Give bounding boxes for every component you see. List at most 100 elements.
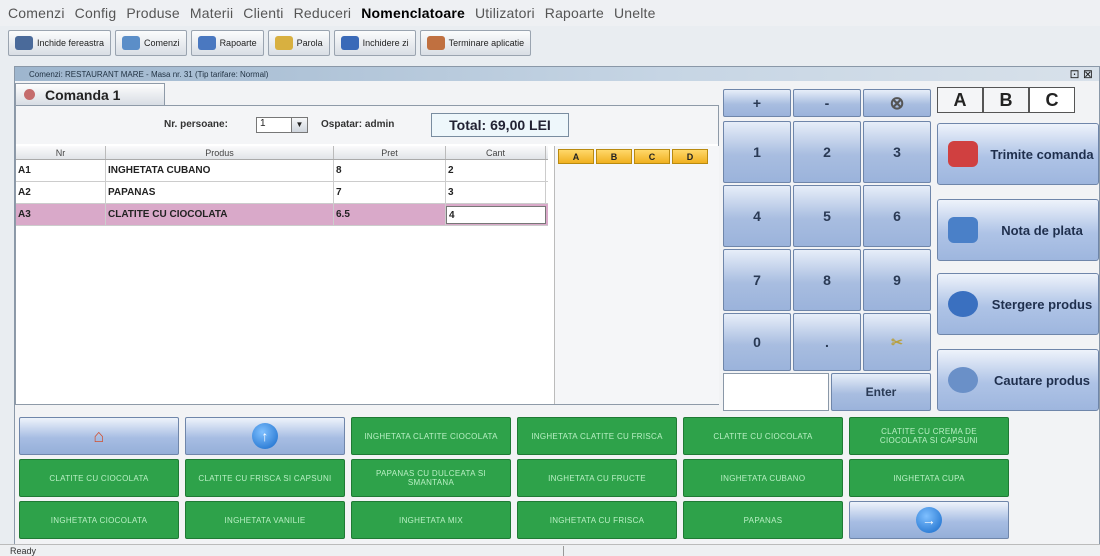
menu-item-materii[interactable]: Materii: [190, 5, 233, 21]
arrow-up-icon: ↑: [252, 423, 278, 449]
order-panel: Nr. persoane: 1 ▼ Ospatar: admin Total: …: [15, 105, 719, 405]
menu-item-produse[interactable]: Produse: [126, 5, 180, 21]
product-button[interactable]: CLATITE CU FRISCA SI CAPSUNI: [185, 459, 345, 497]
search-icon: [948, 367, 978, 393]
category-panel: A B C D: [554, 146, 719, 404]
key-2[interactable]: 2: [793, 121, 861, 183]
toolbar-button-1[interactable]: Inchide fereastra: [8, 30, 112, 56]
toolbar-button-5[interactable]: Inchidere zi: [333, 30, 416, 56]
key-0[interactable]: 0: [723, 313, 791, 371]
cell-nr: A3: [16, 204, 106, 225]
toolbar-button-label: Comenzi: [144, 38, 180, 48]
table-row[interactable]: A2 PAPANAS 7 3: [16, 182, 548, 204]
toolbar-button-2[interactable]: Comenzi: [115, 30, 187, 56]
tab-category-b[interactable]: B: [596, 149, 632, 164]
table-row-selected[interactable]: A3 CLATITE CU CIOCOLATA 6.5 4: [16, 204, 548, 226]
product-button[interactable]: PAPANAS CU DULCEATA SI SMANTANA: [351, 459, 511, 497]
close-circle-icon: [15, 36, 33, 50]
menu-item-rapoarte[interactable]: Rapoarte: [545, 5, 604, 21]
key-9[interactable]: 9: [863, 249, 931, 311]
persons-select[interactable]: 1 ▼: [256, 117, 308, 133]
plus-button[interactable]: +: [723, 89, 791, 117]
product-button[interactable]: CLATITE CU CIOCOLATA: [19, 459, 179, 497]
product-button[interactable]: INGHETATA CLATITE CU FRISCA: [517, 417, 677, 455]
toolbar-button-6[interactable]: Terminare aplicatie: [419, 30, 532, 56]
persons-label: Nr. persoane:: [164, 119, 228, 130]
menu-item-comenzi[interactable]: Comenzi: [8, 5, 65, 21]
table-row[interactable]: A1 INGHETATA CUBANO 8 2: [16, 160, 548, 182]
arrow-right-icon: →: [916, 507, 942, 533]
product-button[interactable]: INGHETATA CUPA: [849, 459, 1009, 497]
orders-icon: [122, 36, 141, 50]
backspace-icon[interactable]: ✂: [863, 313, 931, 371]
tab-category-d[interactable]: D: [672, 149, 708, 164]
menu-item-utilizatori[interactable]: Utilizatori: [475, 5, 535, 21]
col-pret[interactable]: Pret: [334, 146, 446, 159]
delete-product-label: Stergere produs: [991, 296, 1093, 312]
menu-item-unelte[interactable]: Unelte: [614, 5, 656, 21]
home-button[interactable]: ⌂: [19, 417, 179, 455]
window-title: Comenzi: RESTAURANT MARE - Masa nr. 31 (…: [15, 67, 1099, 81]
menu-item-clienti[interactable]: Clienti: [243, 5, 283, 21]
toolbar-button-label: Parola: [296, 38, 323, 48]
tab-price-c[interactable]: C: [1029, 87, 1075, 113]
product-button[interactable]: INGHETATA CU FRUCTE: [517, 459, 677, 497]
minus-button[interactable]: -: [793, 89, 861, 117]
toolbar-button-4[interactable]: Parola: [267, 30, 330, 56]
cell-pret: 8: [334, 160, 446, 181]
cell-produs: INGHETATA CUBANO: [106, 160, 334, 181]
database-delete-icon: [948, 291, 978, 317]
product-button[interactable]: PAPANAS: [683, 501, 843, 539]
product-button[interactable]: INGHETATA MIX: [351, 501, 511, 539]
clear-icon[interactable]: ⊗: [863, 89, 931, 117]
tab-category-c[interactable]: C: [634, 149, 670, 164]
product-button[interactable]: INGHETATA CU FRISCA: [517, 501, 677, 539]
key-decimal[interactable]: .: [793, 313, 861, 371]
key-3[interactable]: 3: [863, 121, 931, 183]
delete-product-button[interactable]: Stergere produs: [937, 273, 1099, 335]
product-button[interactable]: CLATITE CU CREMA DE CIOCOLATA SI CAPSUNI: [849, 417, 1009, 455]
enter-button[interactable]: Enter: [831, 373, 931, 411]
bill-button[interactable]: Nota de plata: [937, 199, 1099, 261]
search-product-button[interactable]: Cautare produs: [937, 349, 1099, 411]
tab-price-b[interactable]: B: [983, 87, 1029, 113]
order-total: Total: 69,00 LEI: [431, 113, 569, 137]
menu-item-config[interactable]: Config: [75, 5, 117, 21]
key-5[interactable]: 5: [793, 185, 861, 247]
status-divider: [563, 546, 564, 556]
keypad-display[interactable]: [723, 373, 829, 411]
up-button[interactable]: ↑: [185, 417, 345, 455]
col-cant[interactable]: Cant: [446, 146, 546, 159]
product-button[interactable]: INGHETATA CLATITE CIOCOLATA: [351, 417, 511, 455]
key-1[interactable]: 1: [723, 121, 791, 183]
tab-order-label: Comanda 1: [45, 86, 121, 103]
key-7[interactable]: 7: [723, 249, 791, 311]
menu-item-nomenclatoare[interactable]: Nomenclatoare: [361, 5, 465, 21]
product-button[interactable]: INGHETATA CIOCOLATA: [19, 501, 179, 539]
order-status-icon: [24, 89, 35, 100]
toolbar-button-label: Inchide fereastra: [37, 38, 105, 48]
product-button[interactable]: INGHETATA CUBANO: [683, 459, 843, 497]
key-6[interactable]: 6: [863, 185, 931, 247]
product-button[interactable]: INGHETATA VANILIE: [185, 501, 345, 539]
key-8[interactable]: 8: [793, 249, 861, 311]
menu-item-reduceri[interactable]: Reduceri: [294, 5, 352, 21]
tab-order[interactable]: Comanda 1: [15, 83, 165, 105]
cell-cant[interactable]: 2: [446, 160, 546, 181]
col-produs[interactable]: Produs: [106, 146, 334, 159]
send-order-button[interactable]: Trimite comanda: [937, 123, 1099, 185]
chevron-down-icon[interactable]: ▼: [291, 118, 307, 132]
key-4[interactable]: 4: [723, 185, 791, 247]
quantity-input[interactable]: 4: [446, 206, 546, 224]
cell-cant[interactable]: 3: [446, 182, 546, 203]
tab-price-a[interactable]: A: [937, 87, 983, 113]
category-tabs: A B C D: [555, 146, 719, 167]
col-nr[interactable]: Nr: [16, 146, 106, 159]
window-controls[interactable]: ⊡ ⊠: [1070, 67, 1093, 81]
product-button[interactable]: CLATITE CU CIOCOLATA: [683, 417, 843, 455]
status-bar: Ready: [0, 544, 1100, 556]
tab-category-a[interactable]: A: [558, 149, 594, 164]
next-page-button[interactable]: →: [849, 501, 1009, 539]
cell-produs: CLATITE CU CIOCOLATA: [106, 204, 334, 225]
toolbar-button-3[interactable]: Rapoarte: [190, 30, 264, 56]
